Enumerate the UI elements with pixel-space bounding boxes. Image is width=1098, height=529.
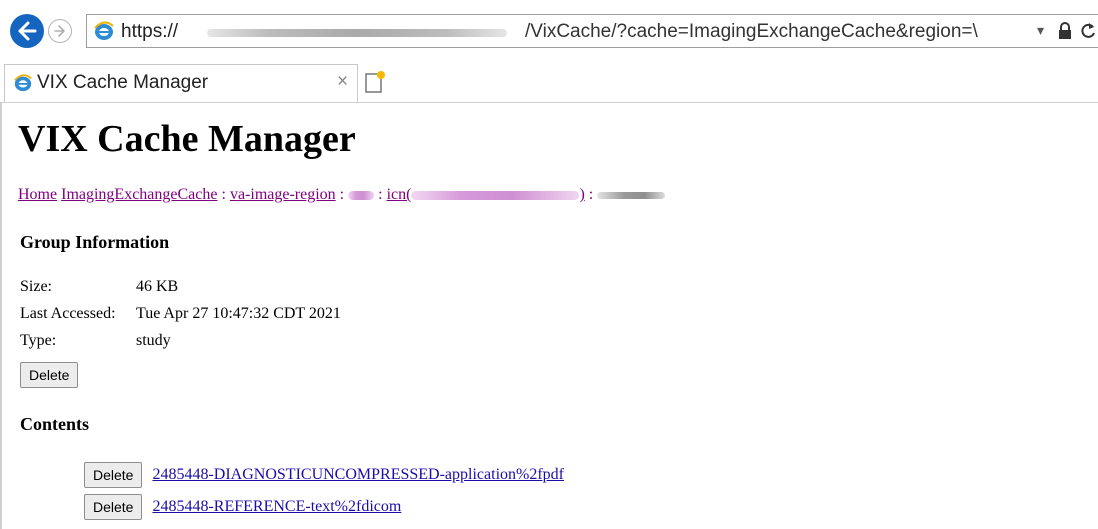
page-border [0, 103, 2, 529]
lock-icon[interactable] [1057, 21, 1073, 41]
info-label: Size: [20, 278, 52, 295]
page-title: VIX Cache Manager [18, 118, 356, 160]
breadcrumb-site-link[interactable] [348, 186, 375, 203]
redacted-site [348, 190, 375, 200]
tab-title: VIX Cache Manager [37, 72, 209, 93]
tab-close-icon[interactable]: × [337, 71, 348, 93]
url-field[interactable]: https:// /VixCache/?cache=ImagingExchang… [86, 14, 1098, 48]
address-bar-area: https:// /VixCache/?cache=ImagingExchang… [0, 0, 1098, 60]
group-information-heading: Group Information [20, 232, 170, 252]
redacted-icn [411, 190, 580, 200]
breadcrumb-separator: : [374, 186, 387, 203]
arrow-right-icon [54, 25, 65, 37]
breadcrumb-separator: : [217, 186, 230, 203]
url-path: /VixCache/?cache=ImagingExchangeCache&re… [525, 21, 978, 42]
breadcrumb-icn-link[interactable]: icn() [387, 186, 585, 203]
breadcrumb: Home ImagingExchangeCache : va-image-reg… [18, 186, 666, 204]
breadcrumb-separator: : [335, 186, 349, 203]
info-value: Tue Apr 27 10:47:32 CDT 2021 [136, 305, 341, 322]
back-button[interactable] [10, 14, 44, 48]
info-row-last-accessed: Last Accessed: Tue Apr 27 10:47:32 CDT 2… [20, 305, 341, 332]
refresh-icon[interactable] [1079, 21, 1097, 41]
delete-group-button[interactable]: Delete [20, 362, 79, 388]
content-item: Delete 2485448-DIAGNOSTICUNCOMPRESSED-ap… [84, 462, 564, 488]
delete-item-button[interactable]: Delete [84, 494, 143, 520]
content-item: Delete 2485448-REFERENCE-text%2fdicom [84, 494, 401, 520]
tab-bar: VIX Cache Manager × [0, 60, 1098, 103]
info-row-size: Size: 46 KB [20, 278, 341, 305]
breadcrumb-cache-link[interactable]: ImagingExchangeCache [61, 186, 217, 203]
internet-explorer-icon [14, 74, 32, 92]
forward-button[interactable] [48, 19, 72, 43]
breadcrumb-home-link[interactable]: Home [18, 186, 57, 203]
new-tab-icon[interactable] [364, 70, 386, 94]
content-item-link[interactable]: 2485448-REFERENCE-text%2fdicom [152, 498, 401, 515]
internet-explorer-icon [94, 21, 114, 40]
group-info-table: Size: 46 KB Last Accessed: Tue Apr 27 10… [20, 278, 341, 359]
url-dropdown-icon[interactable]: ▾ [1037, 22, 1044, 39]
info-label: Last Accessed: [20, 305, 116, 322]
browser-tab[interactable]: VIX Cache Manager × [4, 64, 358, 102]
info-label: Type: [20, 332, 57, 349]
icn-prefix: icn( [386, 186, 412, 203]
delete-item-button[interactable]: Delete [84, 462, 143, 488]
redacted-group-id [597, 191, 666, 199]
contents-heading: Contents [20, 414, 90, 434]
arrow-left-icon [18, 21, 37, 41]
content-item-link[interactable]: 2485448-DIAGNOSTICUNCOMPRESSED-applicati… [152, 466, 564, 483]
breadcrumb-separator: : [584, 186, 598, 203]
redacted-host [207, 29, 507, 37]
info-value: study [136, 332, 171, 349]
url-scheme: https:// [121, 21, 179, 42]
info-row-type: Type: study [20, 332, 341, 359]
info-value: 46 KB [136, 278, 179, 295]
breadcrumb-region-link[interactable]: va-image-region [230, 186, 336, 203]
